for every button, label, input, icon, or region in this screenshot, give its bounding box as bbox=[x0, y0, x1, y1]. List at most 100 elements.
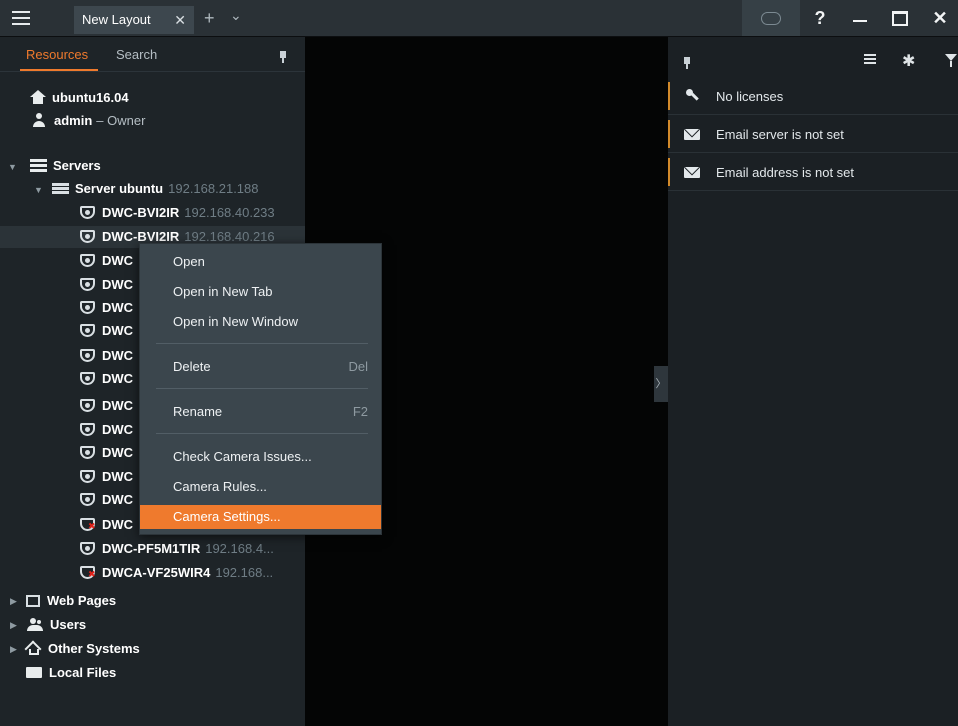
context-menu: Open Open in New Tab Open in New Window … bbox=[139, 243, 382, 535]
camera-item[interactable]: DWC bbox=[80, 250, 133, 272]
servers-group[interactable]: Servers bbox=[30, 155, 101, 177]
camera-icon bbox=[80, 349, 95, 362]
camera-icon bbox=[80, 324, 95, 337]
camera-ip: 192.168.40.233 bbox=[184, 205, 275, 220]
camera-icon bbox=[80, 542, 95, 555]
menu-item-shortcut: F2 bbox=[352, 404, 368, 419]
camera-icon bbox=[80, 301, 95, 314]
user-icon bbox=[32, 113, 46, 127]
minimize-button[interactable] bbox=[840, 0, 880, 36]
gear-icon[interactable]: ✱ bbox=[902, 51, 915, 71]
camera-icon bbox=[80, 230, 95, 243]
help-button[interactable]: ? bbox=[800, 0, 840, 36]
notifications-panel: ✱ No licenses Email server is not set Em… bbox=[668, 37, 958, 726]
menu-item-label: Camera Rules... bbox=[173, 479, 267, 494]
menu-item-open-new-tab[interactable]: Open in New Tab bbox=[140, 280, 381, 304]
camera-item[interactable]: DWC bbox=[80, 368, 133, 390]
camera-item[interactable]: DWC bbox=[80, 395, 133, 417]
tab-resources[interactable]: Resources bbox=[26, 47, 88, 62]
filter-icon[interactable] bbox=[945, 54, 957, 67]
mail-icon bbox=[684, 167, 700, 178]
camera-item[interactable]: DWC bbox=[80, 489, 133, 511]
pin-icon[interactable] bbox=[683, 57, 691, 69]
camera-item[interactable]: DWC bbox=[80, 320, 133, 342]
menu-item-label: Open bbox=[173, 254, 205, 269]
close-window-button[interactable]: ✕ bbox=[920, 0, 958, 36]
menu-item-camera-settings[interactable]: Camera Settings... bbox=[140, 505, 381, 529]
tab-label: New Layout bbox=[82, 12, 151, 27]
camera-name: DWC bbox=[102, 371, 134, 386]
camera-item[interactable]: DWC bbox=[80, 442, 133, 464]
menu-item-delete[interactable]: Delete Del bbox=[140, 355, 381, 379]
camera-name: DWC-BVI2IR bbox=[102, 205, 180, 220]
menu-item-open[interactable]: Open bbox=[140, 250, 381, 274]
main-menu-icon[interactable] bbox=[12, 11, 30, 25]
menu-item-camera-rules[interactable]: Camera Rules... bbox=[140, 475, 381, 499]
camera-item[interactable]: DWC bbox=[80, 419, 133, 441]
expand-panel-chevron-icon[interactable]: 〉 bbox=[654, 366, 668, 402]
notification-text: Email address is not set bbox=[716, 165, 855, 180]
camera-item[interactable]: DWC bbox=[80, 297, 133, 319]
tab-new-layout[interactable]: New Layout ✕ bbox=[74, 6, 194, 34]
other-systems-expand-arrow-icon[interactable]: ▶ bbox=[10, 644, 17, 655]
camera-name: DWC bbox=[102, 323, 134, 338]
web-pages-expand-arrow-icon[interactable]: ▶ bbox=[10, 596, 17, 607]
users-group[interactable]: Users bbox=[26, 614, 86, 636]
maximize-icon bbox=[892, 10, 908, 26]
camera-name: DWC bbox=[102, 445, 134, 460]
users-expand-arrow-icon[interactable]: ▶ bbox=[10, 620, 17, 631]
camera-item-offline[interactable]: DWC bbox=[80, 514, 133, 536]
servers-label: Servers bbox=[53, 158, 101, 173]
camera-name: DWC bbox=[102, 300, 134, 315]
server-expand-arrow-icon[interactable]: ▼ bbox=[34, 185, 43, 195]
other-systems-group[interactable]: Other Systems bbox=[26, 638, 140, 660]
system-item[interactable]: ubuntu16.04 bbox=[30, 87, 129, 109]
tab-close-icon[interactable]: ✕ bbox=[174, 6, 186, 34]
server-icon bbox=[52, 183, 69, 194]
key-icon bbox=[686, 89, 700, 103]
camera-item[interactable]: DWC bbox=[80, 274, 133, 296]
camera-item[interactable]: DWC-BVI2IR 192.168.40.233 bbox=[80, 202, 275, 224]
other-systems-label: Other Systems bbox=[48, 641, 140, 656]
notification-item[interactable]: No licenses bbox=[668, 78, 958, 115]
camera-name: DWC bbox=[102, 277, 134, 292]
camera-name: DWC-BVI2IR bbox=[102, 229, 180, 244]
menu-item-label: Delete bbox=[173, 359, 211, 374]
server-item[interactable]: Server ubuntu 192.168.21.188 bbox=[52, 178, 259, 200]
user-name: admin bbox=[54, 113, 93, 128]
menu-item-open-new-window[interactable]: Open in New Window bbox=[140, 310, 381, 334]
current-user-item[interactable]: admin – Owner bbox=[32, 110, 145, 132]
camera-name: DWCA-VF25WIR4 bbox=[102, 565, 211, 580]
local-files-group[interactable]: Local Files bbox=[26, 662, 116, 684]
menu-item-rename[interactable]: Rename F2 bbox=[140, 400, 381, 424]
camera-item[interactable]: DWC-PF5M1TIR 192.168.4... bbox=[80, 538, 274, 560]
camera-name: DWC bbox=[102, 253, 134, 268]
camera-item[interactable]: DWC bbox=[80, 466, 133, 488]
pin-icon[interactable] bbox=[279, 51, 287, 63]
camera-icon bbox=[80, 278, 95, 291]
servers-icon bbox=[30, 159, 47, 172]
users-icon bbox=[26, 618, 44, 631]
user-role: – Owner bbox=[96, 113, 146, 128]
camera-ip: 192.168.4... bbox=[205, 541, 274, 556]
title-bar: New Layout ✕ + ⌄ ? ✕ bbox=[0, 0, 958, 37]
camera-item-offline[interactable]: DWCA-VF25WIR4 192.168... bbox=[80, 562, 273, 584]
menu-item-check-camera-issues[interactable]: Check Camera Issues... bbox=[140, 445, 381, 469]
web-pages-label: Web Pages bbox=[47, 593, 117, 608]
maximize-button[interactable] bbox=[880, 0, 920, 36]
notification-item[interactable]: Email server is not set bbox=[668, 116, 958, 153]
servers-expand-arrow-icon[interactable]: ▼ bbox=[8, 162, 17, 172]
tab-list-chevron-icon[interactable]: ⌄ bbox=[230, 7, 242, 24]
camera-icon bbox=[80, 446, 95, 459]
camera-name: DWC bbox=[102, 348, 134, 363]
notification-item[interactable]: Email address is not set bbox=[668, 154, 958, 191]
tab-search[interactable]: Search bbox=[116, 47, 157, 62]
camera-icon bbox=[80, 254, 95, 267]
cloud-button[interactable] bbox=[742, 0, 800, 36]
web-pages-group[interactable]: Web Pages bbox=[26, 590, 116, 612]
camera-item[interactable]: DWC bbox=[80, 345, 133, 367]
add-tab-icon[interactable]: + bbox=[204, 8, 215, 29]
list-icon[interactable] bbox=[864, 54, 876, 66]
menu-item-label: Open in New Tab bbox=[173, 284, 273, 299]
camera-error-icon bbox=[80, 518, 96, 531]
